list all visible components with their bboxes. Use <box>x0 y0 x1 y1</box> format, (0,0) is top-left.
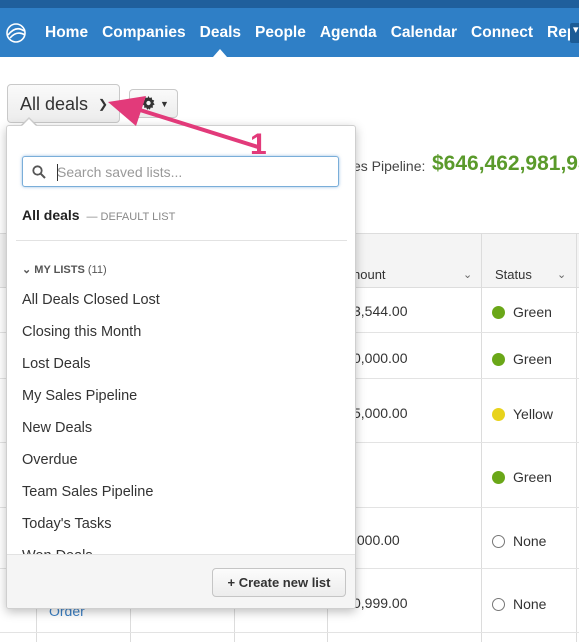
status-dot-icon <box>492 597 505 611</box>
status-dot-icon <box>492 470 505 484</box>
row-status-label: Yellow <box>513 406 553 422</box>
nav-item-companies[interactable]: Companies <box>102 24 186 42</box>
text-cursor <box>57 164 58 181</box>
pipeline-label: es Pipeline: <box>353 158 426 174</box>
chevron-down-icon: ⌄ <box>22 264 32 276</box>
list-item[interactable]: Closing this Month <box>22 323 342 355</box>
default-list-tag: — DEFAULT LIST <box>86 211 176 223</box>
list-settings-button[interactable]: ▼ <box>129 89 178 118</box>
row-status-label: None <box>513 596 547 612</box>
pipeline-value: $646,462,981,93 <box>432 152 579 175</box>
chevron-down-icon[interactable]: ⌄ <box>463 268 472 281</box>
main-nav: Home Companies Deals People Agenda Calen… <box>45 24 579 57</box>
row-amount: 0,000.00 <box>353 350 408 366</box>
row-divider <box>0 632 579 633</box>
row-status-label: Green <box>513 469 552 485</box>
chevron-down-icon: ❯ <box>98 97 109 111</box>
row-status-label: Green <box>513 351 552 367</box>
top-nav-shade <box>0 0 579 8</box>
my-lists-count: (11) <box>87 264 107 276</box>
gear-icon <box>142 96 155 110</box>
list-item[interactable]: Lost Deals <box>22 355 342 387</box>
row-status: Green <box>492 469 552 485</box>
app-logo-icon[interactable] <box>4 22 28 44</box>
column-divider <box>481 233 482 642</box>
default-list-item[interactable]: All deals — DEFAULT LIST <box>22 207 175 223</box>
row-amount: 5,000.00 <box>353 405 408 421</box>
nav-item-home[interactable]: Home <box>45 24 88 42</box>
top-nav-bar: Home Companies Deals People Agenda Calen… <box>0 0 579 57</box>
my-lists-header[interactable]: ⌄ MY LISTS (11) <box>22 263 107 276</box>
list-item[interactable]: Overdue <box>22 451 342 483</box>
saved-lists-dropdown: All deals — DEFAULT LIST ⌄ MY LISTS (11)… <box>6 125 356 609</box>
caret-down-icon: ▼ <box>160 99 169 109</box>
chevron-down-icon[interactable]: ⌄ <box>557 268 566 281</box>
active-nav-caret <box>213 49 228 57</box>
status-dot-icon <box>492 407 505 421</box>
status-dot-icon <box>492 534 505 548</box>
search-input[interactable] <box>57 162 327 182</box>
nav-item-deals-label: Deals <box>199 24 242 41</box>
search-icon <box>32 165 46 179</box>
saved-lists-search[interactable] <box>22 156 339 187</box>
row-status: Green <box>492 304 552 320</box>
status-dot-icon <box>492 352 505 366</box>
list-item[interactable]: Team Sales Pipeline <box>22 483 342 515</box>
nav-more-button[interactable]: ▾ <box>570 23 579 43</box>
annotation-number: 1 <box>250 128 267 161</box>
nav-item-people[interactable]: People <box>255 24 306 42</box>
nav-item-calendar[interactable]: Calendar <box>391 24 457 42</box>
create-new-list-button[interactable]: + Create new list <box>212 568 346 597</box>
row-status: None <box>492 596 546 612</box>
list-item[interactable]: All Deals Closed Lost <box>22 291 342 323</box>
row-status-label: None <box>513 533 547 549</box>
row-amount: 0,999.00 <box>353 595 408 611</box>
column-header-amount[interactable]: nount <box>353 267 386 282</box>
dropdown-caret-inner <box>21 119 37 127</box>
row-status: Green <box>492 351 552 367</box>
nav-item-deals[interactable]: Deals <box>199 24 242 57</box>
nav-item-agenda[interactable]: Agenda <box>320 24 377 42</box>
divider <box>16 240 347 241</box>
status-dot-icon <box>492 305 505 319</box>
nav-item-connect[interactable]: Connect <box>471 24 533 42</box>
list-item[interactable]: New Deals <box>22 419 342 451</box>
list-item[interactable]: Today's Tasks <box>22 515 342 547</box>
saved-list-selector-label: All deals <box>20 94 89 114</box>
row-amount: ,000.00 <box>353 532 400 548</box>
row-status: Yellow <box>492 406 553 422</box>
my-lists-label: MY LISTS <box>34 264 85 276</box>
dropdown-footer: + Create new list <box>7 554 355 608</box>
row-amount: 3,544.00 <box>353 303 408 319</box>
list-item[interactable]: My Sales Pipeline <box>22 387 342 419</box>
column-divider <box>576 233 577 642</box>
row-status: None <box>492 533 546 549</box>
saved-lists: All Deals Closed Lost Closing this Month… <box>22 291 342 556</box>
column-header-status[interactable]: Status <box>495 267 532 282</box>
row-status-label: Green <box>513 304 552 320</box>
default-list-name: All deals <box>22 207 80 223</box>
